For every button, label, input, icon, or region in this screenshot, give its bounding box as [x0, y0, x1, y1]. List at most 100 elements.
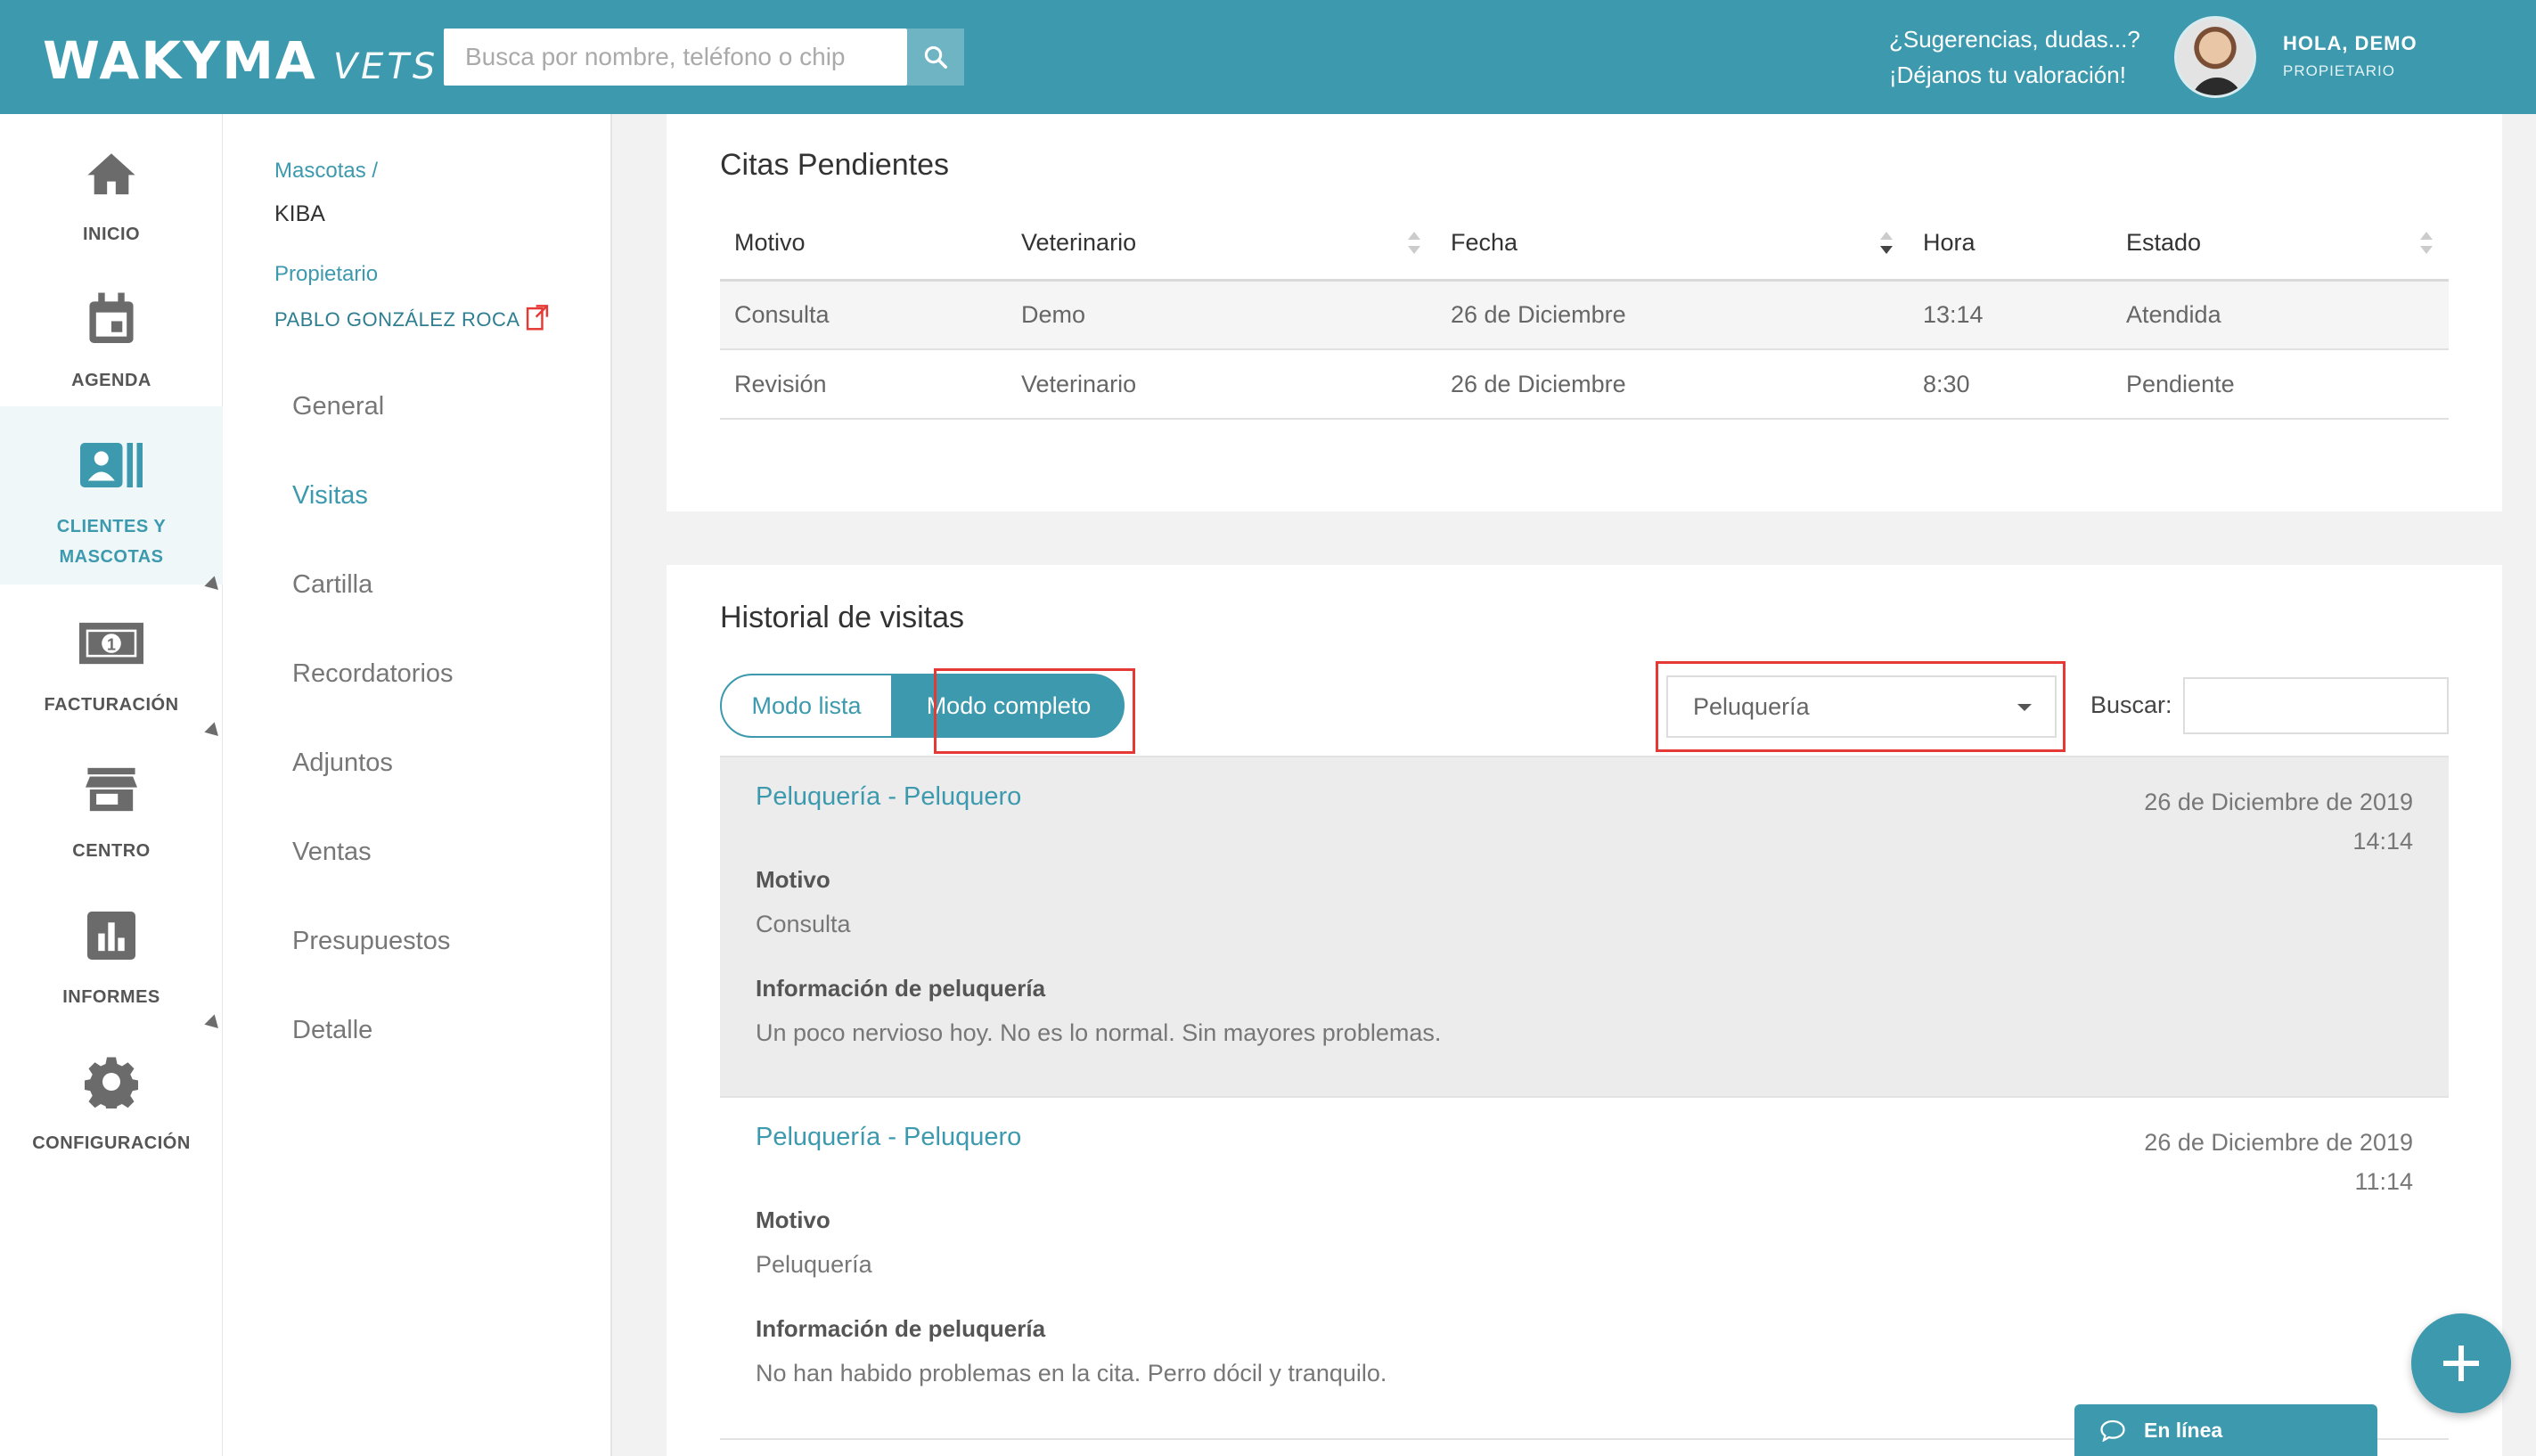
- subnav-item-recordatorios[interactable]: Recordatorios: [292, 659, 454, 689]
- visit-time: 14:14: [2352, 828, 2413, 855]
- sidebar-item-facturacion[interactable]: 1 FACTURACIÓN: [0, 585, 223, 731]
- table-row[interactable]: Consulta Demo 26 de Diciembre 13:14 Aten…: [720, 280, 2449, 350]
- visit-title-link[interactable]: Peluquería - Peluquero: [756, 1123, 1021, 1152]
- chat-status-label: En línea: [2144, 1418, 2223, 1442]
- search-input[interactable]: [444, 29, 907, 86]
- visit-entry: Peluquería - Peluquero 26 de Diciembre d…: [720, 1098, 2449, 1436]
- owner-name-link[interactable]: PABLO GONZÁLEZ ROCA: [274, 308, 520, 331]
- breadcrumb-mascotas[interactable]: Mascotas /: [274, 159, 378, 184]
- sidebar-item-inicio[interactable]: INICIO: [0, 114, 223, 260]
- cell-hora: 13:14: [1909, 280, 2112, 350]
- subnav-item-detalle[interactable]: Detalle: [292, 1016, 372, 1045]
- table-row[interactable]: Revisión Veterinario 26 de Diciembre 8:3…: [720, 349, 2449, 420]
- column-header-hora: Hora: [1909, 207, 2112, 282]
- store-icon: [79, 761, 143, 818]
- calendar-icon: [79, 290, 143, 348]
- sidebar-label: MASCOTAS: [59, 547, 164, 567]
- subnav-item-cartilla[interactable]: Cartilla: [292, 570, 372, 600]
- sidebar-item-configuracion[interactable]: CONFIGURACIÓN: [0, 1023, 223, 1169]
- sidebar-label: INICIO: [82, 225, 141, 244]
- cell-motivo: Revisión: [720, 349, 1007, 420]
- visit-date: 26 de Diciembre de 2019: [2144, 1129, 2413, 1156]
- gear-icon: [79, 1053, 143, 1110]
- cell-veterinario: Veterinario: [1007, 349, 1436, 420]
- main-sidebar: INICIO AGENDA CLIENTES Y MASCOTAS 1 FACT…: [0, 114, 224, 1456]
- column-header-veterinario[interactable]: Veterinario: [1007, 207, 1436, 282]
- motivo-label: Motivo: [756, 866, 830, 893]
- plus-icon: [2443, 1346, 2479, 1381]
- sidebar-item-informes[interactable]: INFORMES: [0, 877, 223, 1023]
- sort-icon[interactable]: [2420, 232, 2433, 257]
- logo-text: WAKYMA: [43, 30, 317, 91]
- avatar[interactable]: [2174, 16, 2256, 98]
- motivo-value: Consulta: [756, 911, 851, 937]
- sidebar-label: CLIENTES Y: [56, 517, 167, 536]
- sidebar-item-agenda[interactable]: AGENDA: [0, 260, 223, 406]
- search-button[interactable]: [907, 29, 964, 86]
- subnav-item-ventas[interactable]: Ventas: [292, 838, 372, 867]
- visit-datetime: 26 de Diciembre de 2019 14:14: [2144, 782, 2413, 861]
- feedback-line-1: ¿Sugerencias, dudas...?: [1889, 26, 2140, 53]
- wakyma-logo[interactable]: WAKYMA VETS: [43, 30, 438, 91]
- cell-estado: Pendiente: [2112, 349, 2449, 420]
- modo-lista-button[interactable]: Modo lista: [720, 674, 893, 738]
- subnav-item-general[interactable]: General: [292, 392, 384, 421]
- visit-datetime: 26 de Diciembre de 2019 11:14: [2144, 1123, 2413, 1201]
- pet-name: KIBA: [274, 201, 325, 226]
- sort-icon[interactable]: [1408, 232, 1420, 257]
- info-value: No han habido problemas en la cita. Perr…: [756, 1360, 1387, 1386]
- sidebar-label: AGENDA: [71, 371, 151, 390]
- info-label: Información de peluquería: [756, 1315, 1046, 1342]
- sidebar-label: CONFIGURACIÓN: [32, 1133, 191, 1153]
- cell-motivo: Consulta: [720, 280, 1007, 350]
- user-greeting[interactable]: HOLA, DEMO: [2283, 32, 2417, 55]
- search-icon: [924, 45, 947, 69]
- sidebar-label: FACTURACIÓN: [44, 695, 179, 715]
- info-value: Un poco nervioso hoy. No es lo normal. S…: [756, 1019, 1442, 1046]
- subnav-item-adjuntos[interactable]: Adjuntos: [292, 748, 393, 778]
- info-label: Información de peluquería: [756, 975, 1046, 1002]
- feedback-line-2: ¡Déjanos tu valoración!: [1889, 61, 2126, 88]
- owner-label: Propietario: [274, 262, 379, 286]
- top-header: WAKYMA VETS ¿Sugerencias, dudas...? ¡Déja…: [0, 0, 2536, 114]
- subnav-item-visitas[interactable]: Visitas: [292, 481, 368, 511]
- bar-chart-icon: [79, 907, 143, 964]
- motivo-value: Peluquería: [756, 1251, 872, 1278]
- motivo-label: Motivo: [756, 1207, 830, 1233]
- visit-time: 11:14: [2354, 1168, 2413, 1195]
- historial-title: Historial de visitas: [720, 601, 964, 634]
- pet-subnav: Mascotas / KIBA Propietario PABLO GONZÁL…: [223, 114, 612, 1456]
- citas-title: Citas Pendientes: [720, 148, 950, 182]
- visit-date: 26 de Diciembre de 2019: [2144, 789, 2413, 815]
- buscar-label: Buscar:: [2090, 691, 2172, 718]
- chat-widget[interactable]: En línea: [2074, 1404, 2377, 1456]
- column-header-fecha[interactable]: Fecha: [1436, 207, 1909, 282]
- column-header-estado[interactable]: Estado: [2112, 207, 2449, 282]
- subnav-item-presupuestos[interactable]: Presupuestos: [292, 927, 450, 956]
- add-button[interactable]: [2411, 1313, 2511, 1413]
- money-icon: 1: [79, 615, 143, 672]
- filter-selected-value: Peluquería: [1693, 692, 1810, 720]
- sidebar-item-centro[interactable]: CENTRO: [0, 731, 223, 877]
- visit-type-filter[interactable]: Peluquería: [1666, 675, 2057, 738]
- open-link-icon[interactable]: [526, 305, 549, 336]
- home-icon: [79, 144, 143, 201]
- sidebar-item-clientes[interactable]: CLIENTES Y MASCOTAS: [0, 406, 223, 585]
- citas-table: Motivo Veterinario Fecha Hora Estado Con…: [720, 207, 2449, 420]
- feedback-link[interactable]: ¿Sugerencias, dudas...? ¡Déjanos tu valo…: [1889, 21, 2140, 93]
- dropdown-caret-icon: [2017, 704, 2032, 711]
- user-role: PROPIETARIO: [2283, 62, 2395, 79]
- buscar-input[interactable]: [2183, 677, 2449, 734]
- global-search: [444, 29, 907, 86]
- highlight-box: [934, 668, 1135, 754]
- visit-entry: Peluquería - Peluquero 26 de Diciembre d…: [720, 757, 2449, 1096]
- citas-pendientes-card: Citas Pendientes Motivo Veterinario Fech…: [667, 114, 2502, 511]
- svg-text:1: 1: [107, 636, 116, 654]
- chat-bubble-icon: [2100, 1419, 2125, 1442]
- column-header-motivo: Motivo: [720, 207, 1007, 282]
- cell-estado: Atendida: [2112, 280, 2449, 350]
- logo-subtext: VETS: [332, 46, 439, 87]
- visit-title-link[interactable]: Peluquería - Peluquero: [756, 782, 1021, 812]
- sidebar-label: INFORMES: [62, 987, 160, 1007]
- sort-desc-icon[interactable]: [1880, 232, 1893, 257]
